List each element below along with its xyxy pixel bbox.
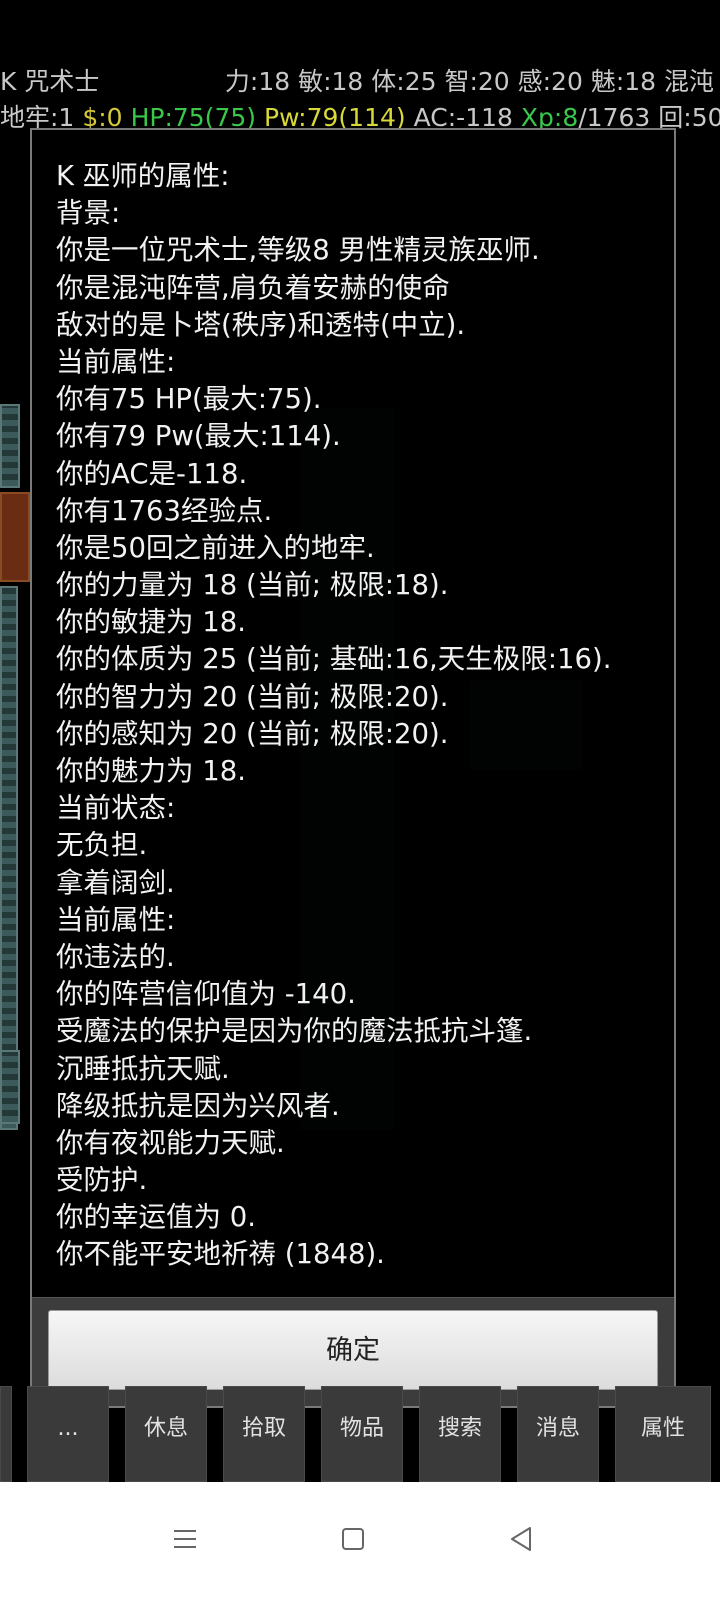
pickup-button[interactable]: 拾取 — [223, 1386, 305, 1482]
more-commands-button[interactable]: ... — [27, 1386, 109, 1482]
attribute-line: 降级抵抗是因为兴风者. — [56, 1089, 340, 1122]
attribute-line: 你的感知为 20 (当前; 极限:20). — [56, 717, 449, 750]
messages-button[interactable]: 消息 — [517, 1386, 599, 1482]
inventory-button[interactable]: 物品 — [321, 1386, 403, 1482]
map-wall — [0, 1050, 20, 1124]
attribute-line: 你的AC是-118. — [56, 457, 248, 490]
attribute-line: 你是50回之前进入的地牢. — [56, 531, 375, 564]
attribute-line: 背景: — [56, 197, 121, 230]
back-icon[interactable] — [506, 1524, 536, 1554]
attributes-button[interactable]: 属性 — [615, 1386, 711, 1482]
attribute-line: 你的幸运值为 0. — [56, 1201, 256, 1234]
attribute-line: 当前属性: — [56, 903, 176, 936]
character-name: K 咒术士 — [0, 67, 100, 96]
search-button[interactable]: 搜索 — [419, 1386, 501, 1482]
attribute-summary: 力:18 敏:18 体:25 智:20 感:20 魅:18 混沌 — [224, 67, 714, 96]
attribute-line: 无负担. — [56, 829, 148, 862]
confirm-button[interactable]: 确定 — [48, 1310, 658, 1390]
rest-button[interactable]: 休息 — [125, 1386, 207, 1482]
attribute-line: 你不能平安地祈祷 (1848). — [56, 1238, 385, 1271]
attribute-line: 受防护. — [56, 1164, 148, 1197]
attribute-line: 你的力量为 18 (当前; 极限:18). — [56, 569, 449, 602]
attribute-line: 你有夜视能力天赋. — [56, 1126, 285, 1159]
attributes-dialog: K 巫师的属性: 背景: 你是一位咒术士,等级8 男性精灵族巫师. 你是混沌阵营,肩负… — [30, 128, 676, 1408]
attribute-line: 你有79 Pw(最大:114). — [56, 420, 341, 453]
home-icon[interactable] — [338, 1524, 368, 1554]
attribute-line: 受魔法的保护是因为你的魔法抵抗斗篷. — [56, 1015, 533, 1048]
attribute-line: 你的魅力为 18. — [56, 755, 246, 787]
status-line-1: K 咒术士 力:18 敏:18 体:25 智:20 感:20 魅:18 混沌 — [0, 64, 720, 100]
map-door — [0, 492, 30, 582]
map-wall — [0, 586, 18, 1130]
attribute-line: 你是一位咒术士,等级8 男性精灵族巫师. — [56, 234, 540, 267]
attribute-line: 你违法的. — [56, 940, 175, 973]
attribute-line: 敌对的是卜塔(秩序)和透特(中立). — [56, 308, 466, 341]
command-bar: ... 休息 拾取 物品 搜索 消息 属性 — [0, 1386, 720, 1482]
attribute-line: 你的智力为 20 (当前; 极限:20). — [56, 680, 449, 713]
attribute-line: 拿着阔剑. — [56, 866, 175, 899]
attribute-line: 你的阵营信仰值为 -140. — [56, 978, 356, 1011]
attribute-line: 你有75 HP(最大:75). — [56, 383, 322, 416]
attribute-line: 你有1763经验点. — [56, 494, 273, 527]
attributes-text: K 巫师的属性: 背景: 你是一位咒术士,等级8 男性精灵族巫师. 你是混沌阵营,肩负… — [56, 158, 664, 1274]
attribute-line: K 巫师的属性: — [56, 160, 230, 192]
attribute-line: 沉睡抵抗天赋. — [56, 1052, 230, 1085]
attribute-line: 你的体质为 25 (当前; 基础:16,天生极限:16). — [56, 643, 612, 676]
command-button-edge[interactable] — [0, 1386, 12, 1482]
map-wall — [0, 404, 20, 488]
menu-icon[interactable] — [170, 1524, 200, 1554]
system-nav-bar — [0, 1482, 720, 1600]
attribute-line: 你是混沌阵营,肩负着安赫的使命 — [56, 271, 450, 304]
attribute-line: 当前状态: — [56, 792, 176, 825]
attribute-line: 你的敏捷为 18. — [56, 606, 246, 639]
attribute-line: 当前属性: — [56, 345, 176, 378]
